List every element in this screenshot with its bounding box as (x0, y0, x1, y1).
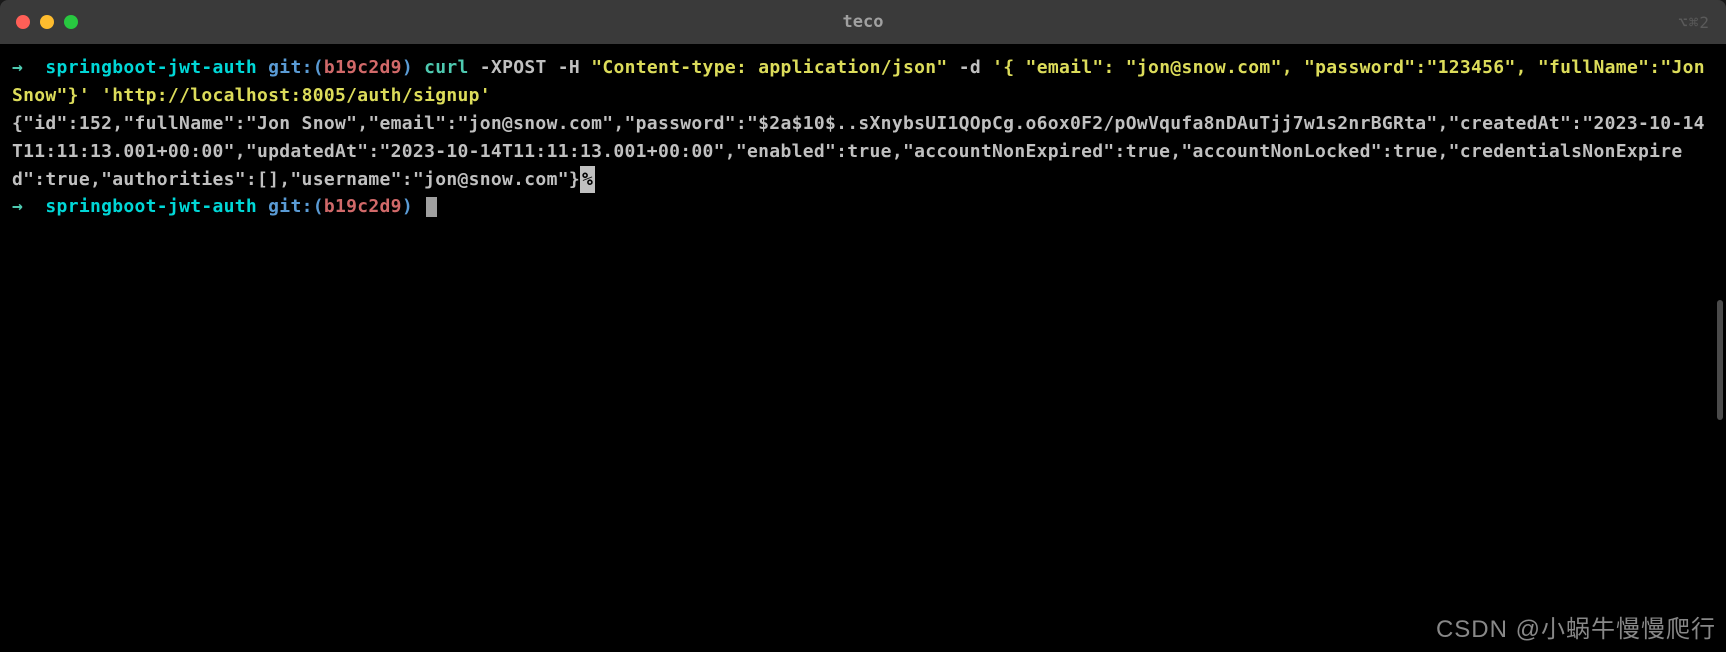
tab-shortcut-indicator: ⌥⌘2 (1678, 13, 1710, 32)
prompt-directory: springboot-jwt-auth (45, 196, 257, 217)
window-title: teco (843, 12, 884, 32)
prompt-git-label: git:( (268, 57, 324, 78)
command-args-1: -XPOST -H (469, 57, 592, 78)
watermark-text: CSDN @小蜗牛慢慢爬行 (1436, 609, 1716, 644)
scrollbar[interactable] (1717, 300, 1723, 420)
maximize-button[interactable] (64, 15, 78, 29)
prompt-arrow-icon: → (12, 196, 23, 217)
cursor-icon (426, 197, 437, 217)
titlebar[interactable]: teco ⌥⌘2 (0, 0, 1726, 44)
prompt-arrow-icon: → (12, 57, 23, 78)
command-args-2: -d (948, 57, 993, 78)
terminal-output[interactable]: → springboot-jwt-auth git:(b19c2d9) curl… (0, 44, 1726, 652)
command-executable: curl (424, 57, 469, 78)
window-controls (16, 15, 78, 29)
prompt-git-label: git:( (268, 196, 324, 217)
command-url-string: 'http://localhost:8005/auth/signup' (101, 85, 491, 106)
minimize-button[interactable] (40, 15, 54, 29)
json-response: {"id":152,"fullName":"Jon Snow","email":… (12, 113, 1705, 190)
prompt-directory: springboot-jwt-auth (45, 57, 257, 78)
prompt-git-close: ) (402, 57, 413, 78)
terminal-window: teco ⌥⌘2 → springboot-jwt-auth git:(b19c… (0, 0, 1726, 652)
close-button[interactable] (16, 15, 30, 29)
prompt-git-close: ) (402, 196, 413, 217)
prompt-git-branch: b19c2d9 (324, 196, 402, 217)
prompt-git-branch: b19c2d9 (324, 57, 402, 78)
percent-indicator: % (580, 166, 595, 194)
command-header-string: "Content-type: application/json" (591, 57, 947, 78)
